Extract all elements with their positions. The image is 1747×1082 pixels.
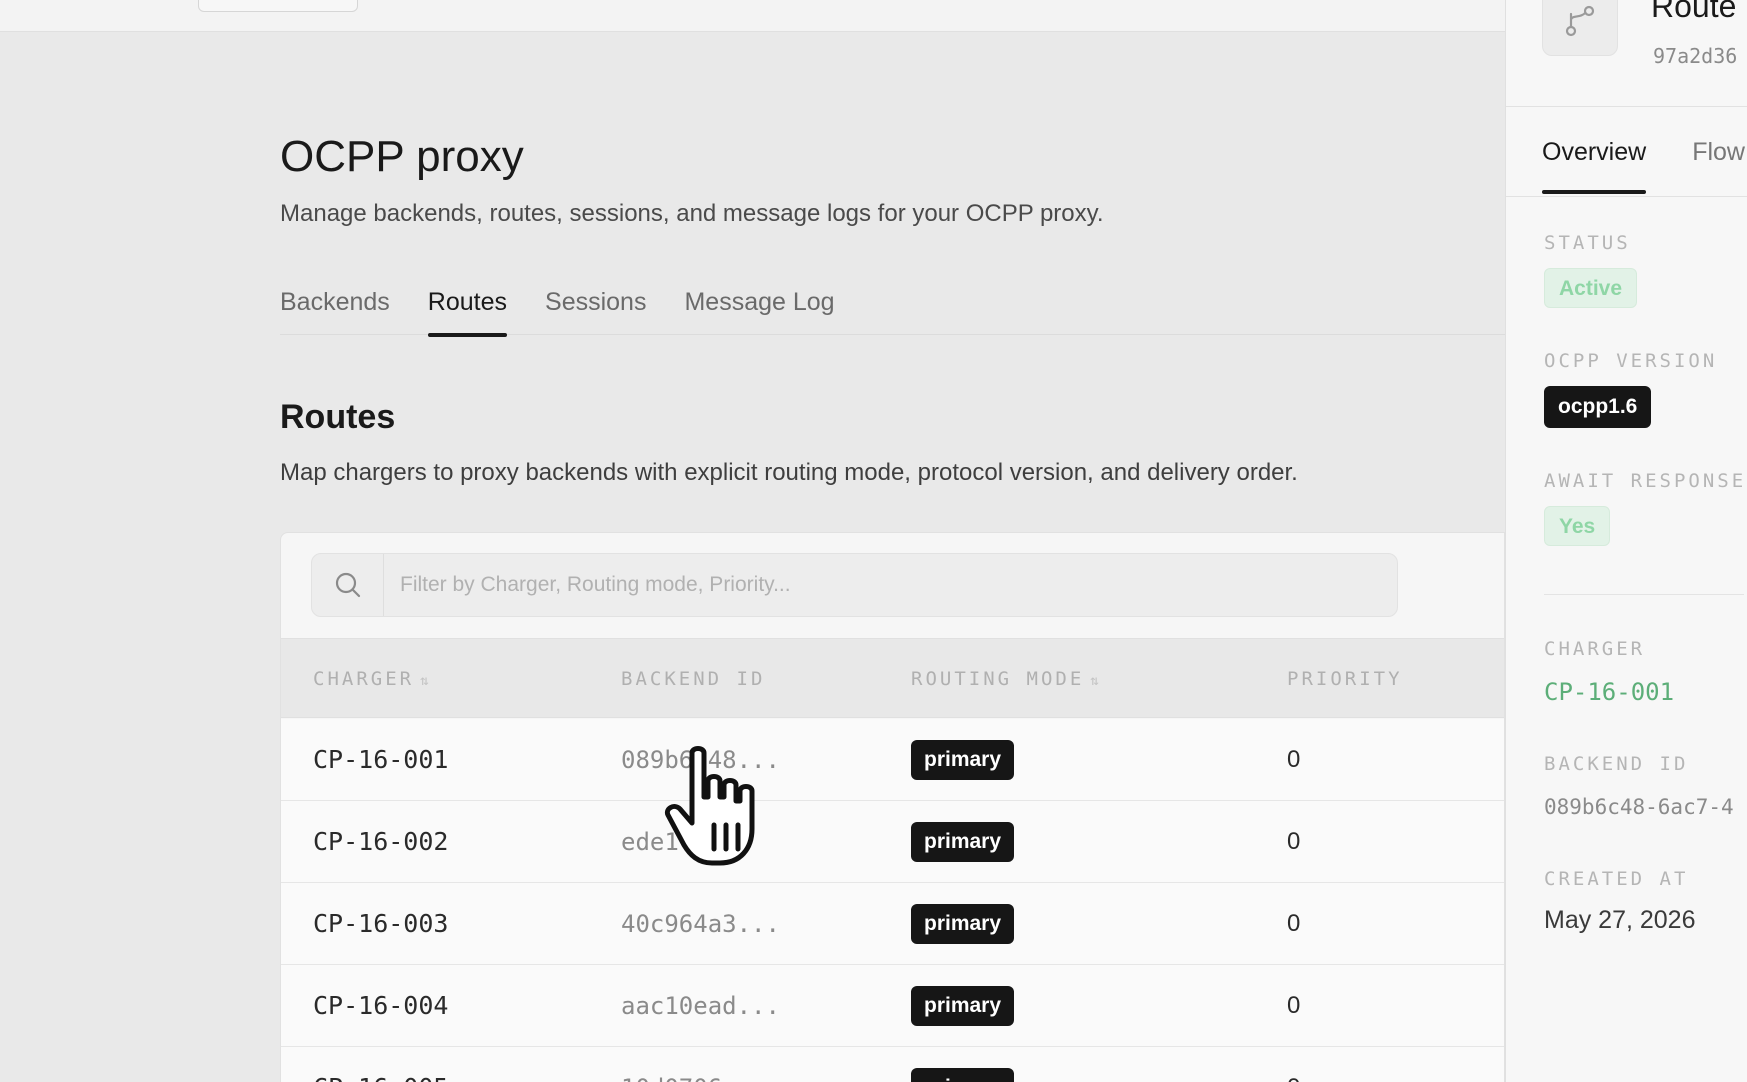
search-input[interactable] (400, 554, 1380, 616)
route-detail-panel: Route 97a2d36 Overview Flow STATUS Activ… (1505, 0, 1747, 1082)
cell-priority: 0 (1287, 992, 1301, 1019)
cell-charger: CP-16-001 (313, 745, 449, 774)
column-header-charger[interactable]: CHARGER ⇅ (313, 639, 432, 719)
column-header-backend-id: BACKEND ID (621, 668, 766, 690)
search-icon (312, 554, 384, 616)
divider (1506, 196, 1747, 197)
panel-tab-bar: Overview Flow (1542, 122, 1745, 194)
top-pill-button[interactable] (198, 0, 358, 12)
routing-mode-badge: primary (911, 740, 1015, 780)
section-title: Routes (280, 398, 396, 436)
tab-bar: Backends Routes Sessions Message Log (280, 277, 1505, 337)
page-subtitle: Manage backends, routes, sessions, and m… (280, 200, 1104, 227)
tab-overview[interactable]: Overview (1542, 122, 1647, 194)
created-at-value: May 27, 2026 (1544, 906, 1696, 934)
status-label: STATUS (1544, 232, 1631, 254)
cell-routing-mode: primary (911, 1047, 1015, 1082)
cell-priority: 0 (1287, 828, 1301, 855)
cell-charger: CP-16-003 (313, 909, 449, 938)
backend-id-label: BACKEND ID (1544, 753, 1689, 775)
panel-route-id: 97a2d36 (1653, 44, 1738, 68)
cell-priority: 0 (1287, 1047, 1300, 1082)
column-header-routing-mode[interactable]: ROUTING MODE ⇅ (911, 639, 1102, 719)
panel-title: Route (1651, 0, 1737, 24)
backend-id-value: 089b6c48-6ac7-4 (1544, 795, 1734, 819)
charger-label: CHARGER (1544, 638, 1646, 660)
column-header-priority: PRIORITY (1287, 668, 1403, 690)
routing-mode-badge: primary (911, 904, 1015, 944)
cell-priority: 0 (1287, 910, 1301, 937)
cell-backend-id[interactable]: ede1... (621, 801, 722, 883)
tab-message-log[interactable]: Message Log (684, 277, 834, 335)
section-subtitle: Map chargers to proxy backends with expl… (280, 459, 1298, 486)
table-row[interactable]: CP-16-005 10d0706... primary 0 (281, 1047, 1504, 1082)
cell-backend-id[interactable]: aac10ead... (621, 965, 780, 1047)
tab-backends[interactable]: Backends (280, 277, 390, 335)
table-row[interactable]: CP-16-001 089b6c48... primary 0 (281, 719, 1504, 801)
cell-charger: CP-16-004 (313, 991, 449, 1020)
sort-icon: ⇅ (420, 673, 432, 689)
routing-mode-badge: primary (911, 1068, 1015, 1082)
ocpp-version-label: OCPP VERSION (1544, 350, 1718, 372)
ocpp-version-badge: ocpp1.6 (1544, 386, 1652, 428)
cell-backend-id[interactable]: 10d0706... (621, 1047, 766, 1082)
routing-mode-badge: primary (911, 986, 1015, 1026)
table-header: CHARGER ⇅ BACKEND ID ROUTING MODE ⇅ PRIORI… (281, 638, 1504, 719)
cell-backend-id[interactable]: 40c964a3... (621, 883, 780, 965)
cell-charger: CP-16-005 (313, 1047, 448, 1082)
cell-priority: 0 (1287, 746, 1301, 773)
await-response-badge: Yes (1544, 506, 1611, 546)
await-response-label: AWAIT RESPONSE (1544, 470, 1747, 492)
cell-routing-mode: primary (911, 883, 1015, 965)
table-row[interactable]: CP-16-004 aac10ead... primary 0 (281, 965, 1504, 1047)
divider (1506, 106, 1747, 107)
sort-icon: ⇅ (1090, 673, 1102, 689)
table-row[interactable]: CP-16-002 ede1... primary 0 (281, 801, 1504, 883)
table-row[interactable]: CP-16-003 40c964a3... primary 0 (281, 883, 1504, 965)
main-content: OCPP proxy Manage backends, routes, sess… (0, 32, 1505, 1082)
charger-link[interactable]: CP-16-001 (1544, 678, 1674, 706)
page-title: OCPP proxy (280, 132, 524, 181)
tab-routes[interactable]: Routes (427, 277, 508, 337)
cell-routing-mode: primary (911, 965, 1015, 1047)
cell-routing-mode: primary (911, 801, 1015, 883)
cell-charger: CP-16-002 (313, 827, 449, 856)
divider (1544, 594, 1744, 595)
status-badge: Active (1544, 268, 1638, 308)
routes-table-card: CHARGER⇅ BACKEND ID ROUTING MODE⇅ PRIORI… (280, 532, 1505, 1082)
tab-sessions[interactable]: Sessions (545, 277, 646, 335)
cell-backend-id[interactable]: 089b6c48... (621, 719, 780, 801)
top-bar (0, 0, 1505, 32)
route-icon (1542, 0, 1618, 56)
routing-mode-badge: primary (911, 822, 1015, 862)
created-at-label: CREATED AT (1544, 868, 1689, 890)
tab-flow[interactable]: Flow (1692, 122, 1745, 194)
cell-routing-mode: primary (911, 719, 1015, 801)
search-box[interactable] (311, 553, 1398, 617)
